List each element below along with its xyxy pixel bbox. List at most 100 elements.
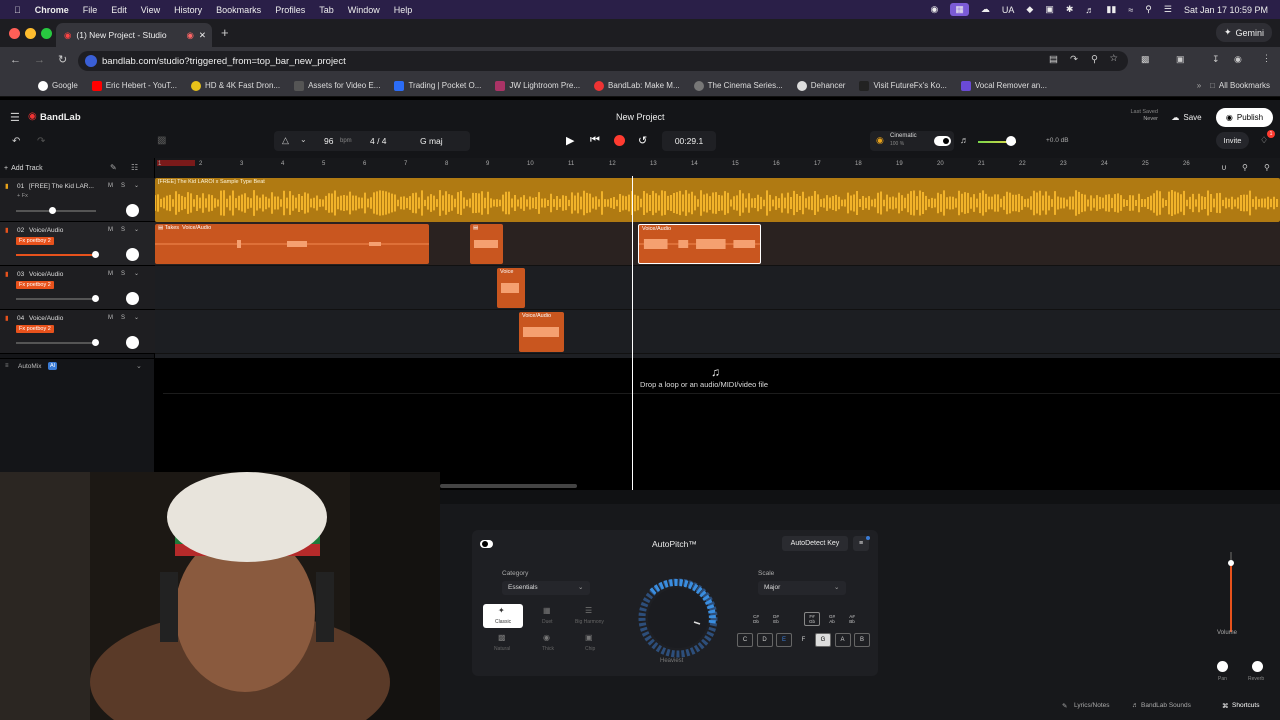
drop-zone[interactable]: ♫ Drop a loop or an audio/MIDI/video fil…: [155, 358, 1280, 490]
track-volume-handle[interactable]: [92, 295, 99, 302]
pan-knob[interactable]: [1217, 661, 1228, 672]
forward-icon[interactable]: →: [34, 54, 45, 66]
maximize-window-button[interactable]: [41, 28, 52, 39]
track-volume-handle[interactable]: [49, 207, 56, 214]
bookmark-drone[interactable]: HD & 4K Fast Dron...: [190, 80, 280, 91]
track-expand-icon[interactable]: ⌄: [134, 182, 139, 189]
record-button[interactable]: [614, 135, 625, 146]
site-info-icon[interactable]: [85, 55, 97, 67]
browser-menu-icon[interactable]: ⋮: [1262, 53, 1271, 64]
track-lanes[interactable]: [FREE] The Kid LAROI x Sample Type Beat …: [155, 178, 1280, 358]
screen-record-icon[interactable]: ◉: [931, 4, 939, 15]
speaker-icon[interactable]: ♬: [960, 135, 969, 145]
sharp-key[interactable]: F# Gb: [804, 612, 820, 626]
download-icon[interactable]: ↧: [1212, 54, 1220, 65]
display-icon[interactable]: ▣: [1045, 4, 1054, 15]
lane-03[interactable]: Voice: [155, 266, 1280, 310]
playhead[interactable]: [632, 176, 633, 492]
bookmark-lightroom[interactable]: JW Lightroom Pre...: [495, 80, 580, 91]
track-name[interactable]: Voice/Audio: [29, 227, 63, 234]
bookmark-dehancer[interactable]: Dehancer: [796, 80, 845, 91]
metronome-icon[interactable]: △: [282, 135, 289, 146]
scale-key-f[interactable]: F: [796, 633, 812, 647]
add-track-button[interactable]: + Add Track: [4, 162, 62, 175]
status-app-icon[interactable]: ▦: [950, 3, 969, 16]
vocal-clip[interactable]: ▤: [470, 224, 503, 264]
automix-expand-icon[interactable]: ⌄: [136, 362, 142, 370]
bookmark-assets[interactable]: Assets for Video E...: [294, 80, 380, 91]
metronome-dropdown-icon[interactable]: ⌄: [300, 135, 307, 144]
mute-button[interactable]: M: [108, 183, 113, 189]
mute-button[interactable]: M: [108, 315, 113, 321]
bookmark-cinema[interactable]: The Cinema Series...: [693, 80, 783, 91]
pan-knob[interactable]: [126, 204, 139, 217]
bookmark-futurefx[interactable]: Visit FutureFx's Ko...: [859, 80, 947, 91]
close-window-button[interactable]: [9, 28, 20, 39]
fx-preset-badge[interactable]: Fx poetboy 2: [16, 281, 54, 289]
style-duet[interactable]: ▦ Duet: [528, 604, 568, 628]
track-name[interactable]: Voice/Audio: [29, 315, 63, 322]
style-thick[interactable]: ◉ Thick: [528, 631, 568, 655]
url-input[interactable]: bandlab.com/studio?triggered_from=top_ba…: [78, 51, 1128, 71]
vocal-clip[interactable]: Voice: [497, 268, 525, 308]
zoom-in-icon[interactable]: ⚲: [1264, 163, 1270, 172]
track-header-03[interactable]: ▮ 03 Voice/Audio Fx poetboy 2 M S ⌄: [0, 266, 155, 310]
mastering-toggle[interactable]: [934, 136, 951, 146]
correction-amount-knob[interactable]: [630, 570, 726, 666]
bookmark-google[interactable]: Google: [38, 80, 78, 91]
scale-key-e[interactable]: E: [776, 633, 792, 647]
menu-profiles[interactable]: Profiles: [275, 5, 305, 15]
loop-region[interactable]: [157, 160, 195, 166]
mute-button[interactable]: M: [108, 227, 113, 233]
reload-icon[interactable]: ↻: [58, 53, 67, 66]
shortcuts-button[interactable]: Shortcuts: [1232, 702, 1259, 709]
spotlight-icon[interactable]: ⚲: [1145, 4, 1152, 15]
bandlab-sounds-button[interactable]: BandLab Sounds: [1141, 702, 1191, 709]
back-icon[interactable]: ←: [10, 54, 21, 66]
track-volume-slider[interactable]: [16, 210, 96, 212]
horizontal-scrollbar[interactable]: [440, 484, 577, 488]
track-header-01[interactable]: ▮ 01 [FREE] The Kid LAR... + Fx M S ⌄: [0, 178, 155, 222]
track-header-02[interactable]: ▮ 02 Voice/Audio Fx poetboy 2 M S ⌄: [0, 222, 155, 266]
lyrics-icon[interactable]: ✎: [1062, 702, 1067, 710]
bookmark-vocal-remover[interactable]: Vocal Remover an...: [960, 80, 1047, 91]
edit-icon[interactable]: ✎: [110, 163, 117, 172]
snap-icon[interactable]: ∪: [1221, 163, 1227, 172]
scale-key-c[interactable]: C: [737, 633, 753, 647]
scale-key-b[interactable]: B: [854, 633, 870, 647]
menu-edit[interactable]: Edit: [111, 5, 127, 15]
all-bookmarks[interactable]: » □ All Bookmarks: [1197, 81, 1270, 90]
vocal-clip-selected[interactable]: Voice/Audio: [638, 224, 761, 264]
editor-divider[interactable]: [440, 490, 1280, 504]
track-name[interactable]: [FREE] The Kid LAR...: [29, 183, 94, 190]
notifications-icon[interactable]: ♢: [1260, 135, 1268, 146]
fx-preset-badge[interactable]: Fx poetboy 2: [16, 237, 54, 245]
bookmark-youtube[interactable]: Eric Hebert - YouT...: [91, 80, 177, 91]
reader-icon[interactable]: ▤: [1049, 54, 1058, 65]
control-center-icon[interactable]: ☰: [1164, 4, 1172, 15]
volume-handle[interactable]: [1228, 560, 1234, 566]
shortcuts-icon[interactable]: ⌘: [1222, 702, 1229, 710]
menu-help[interactable]: Help: [394, 5, 413, 15]
zoom-out-icon[interactable]: ⚲: [1242, 163, 1248, 172]
profile-icon[interactable]: ◉: [1234, 54, 1242, 65]
volume-icon[interactable]: ♬: [1085, 5, 1094, 15]
menu-tab[interactable]: Tab: [319, 5, 334, 15]
wifi-icon[interactable]: ≈: [1128, 5, 1133, 15]
scale-key-d[interactable]: D: [756, 633, 773, 647]
reverb-knob[interactable]: [1252, 661, 1263, 672]
save-button[interactable]: ☁ Save: [1164, 108, 1209, 127]
filter-icon[interactable]: ☷: [131, 163, 138, 172]
track-expand-icon[interactable]: ⌄: [134, 270, 139, 277]
bookmark-star-icon[interactable]: ☆: [1109, 53, 1118, 64]
new-tab-button[interactable]: +: [221, 25, 229, 40]
vpn-icon[interactable]: ◆: [1026, 4, 1033, 15]
lane-04[interactable]: Voice/Audio: [155, 310, 1280, 354]
bandlab-logo[interactable]: BandLab: [40, 112, 81, 123]
solo-button[interactable]: S: [121, 271, 125, 277]
scale-key-a[interactable]: A: [834, 633, 851, 647]
keyboard-layout[interactable]: UA: [1002, 5, 1015, 15]
solo-button[interactable]: S: [121, 183, 125, 189]
sharp-key[interactable]: A# Bb: [844, 612, 860, 626]
cloud-icon[interactable]: ☁: [981, 4, 990, 15]
